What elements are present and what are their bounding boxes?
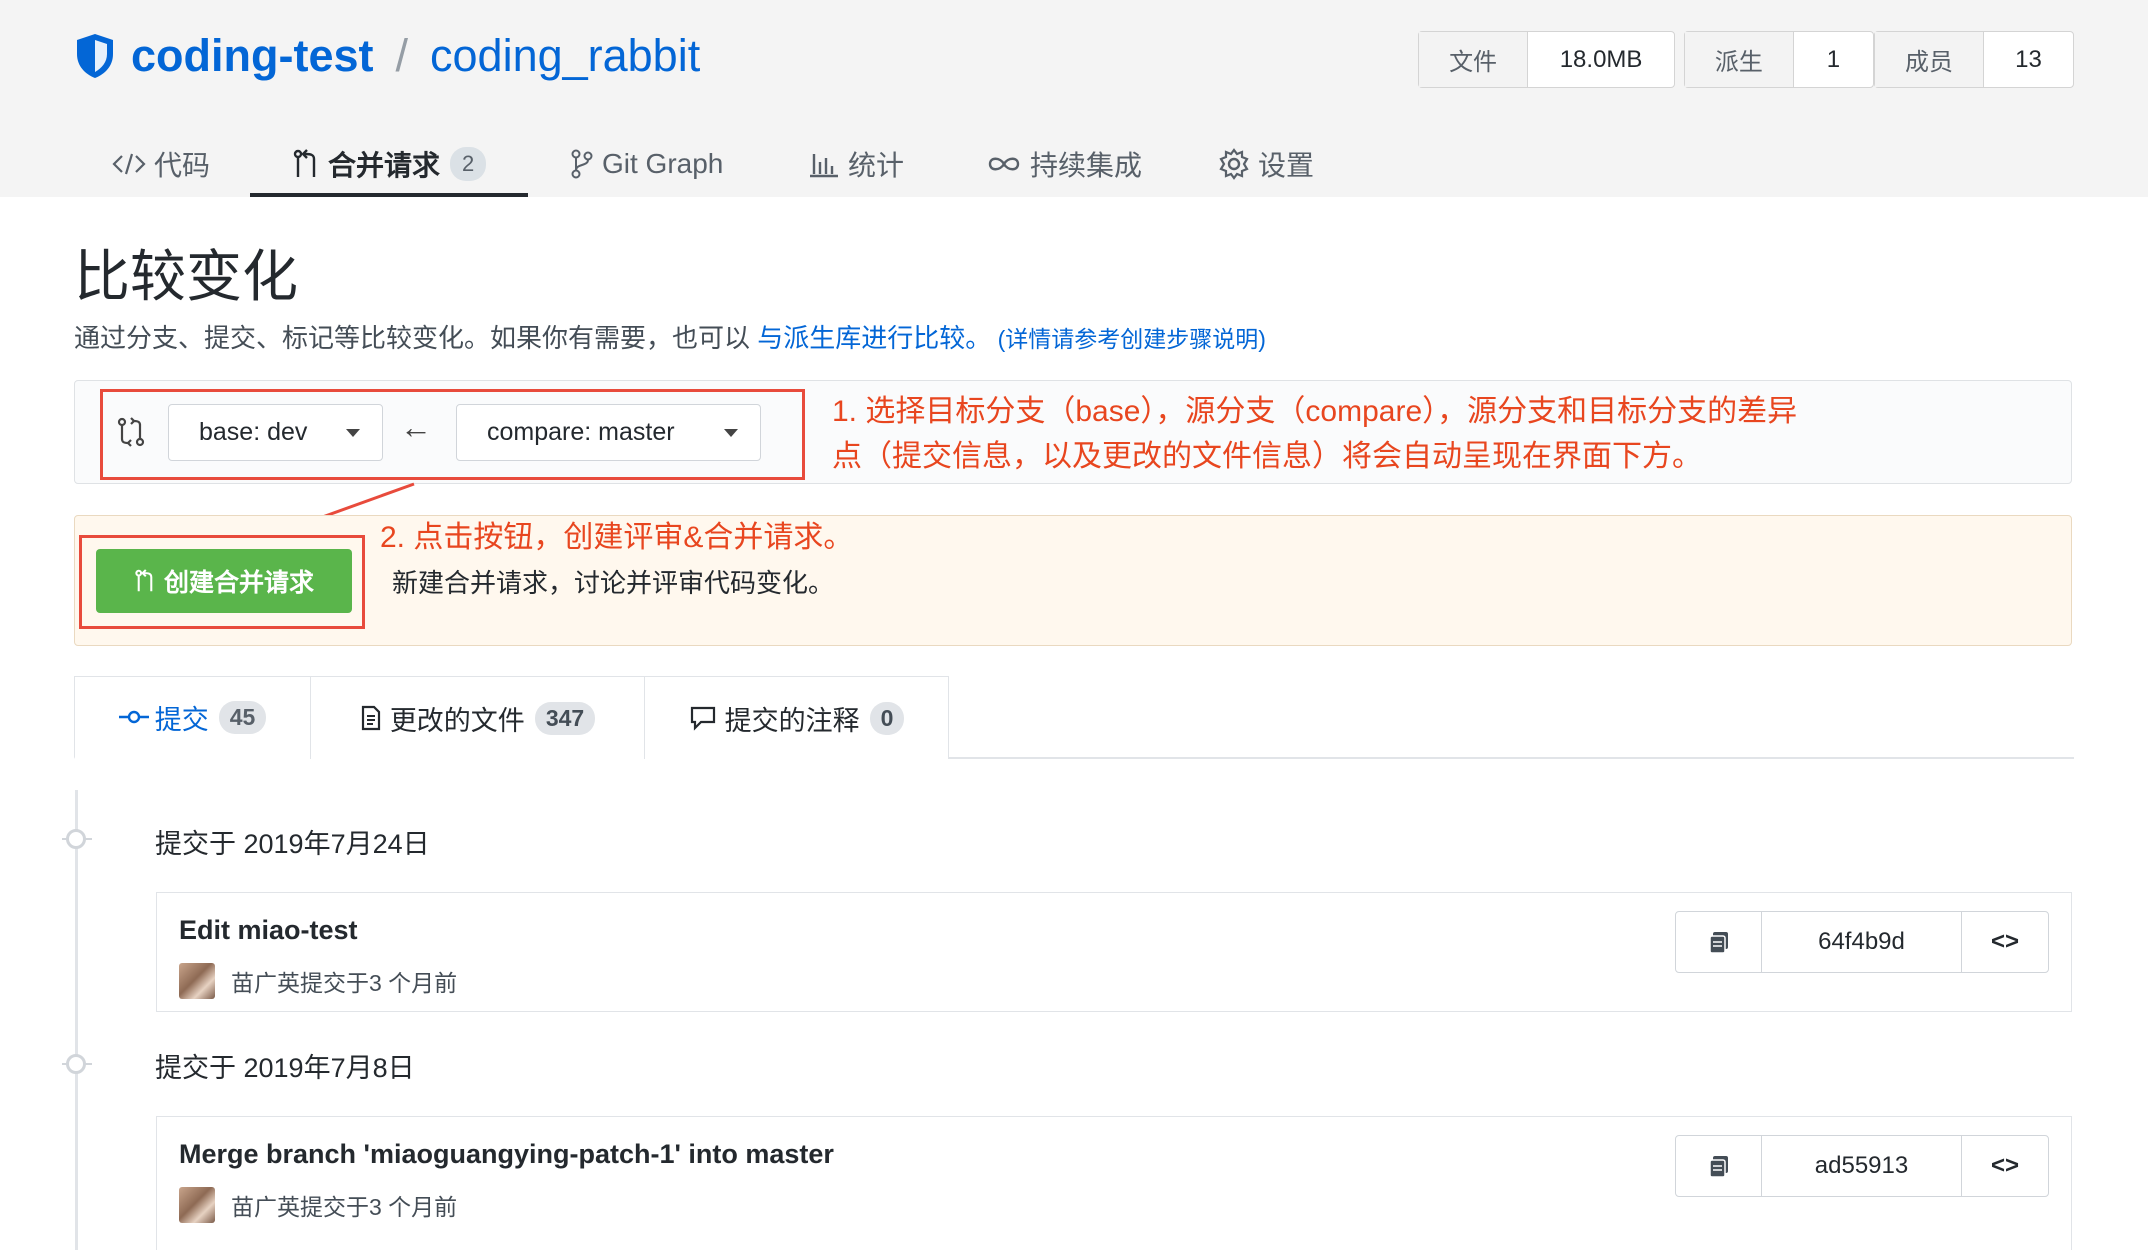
merge-request-icon	[293, 148, 316, 177]
copy-sha-button[interactable]	[1676, 912, 1762, 972]
annotation-step1-line2: 点（提交信息，以及更改的文件信息）将会自动呈现在界面下方。	[832, 440, 1702, 473]
sub-tab-changed-files[interactable]: 更改的文件 347	[310, 676, 645, 759]
create-merge-request-label: 创建合并请求	[163, 569, 314, 597]
gear-icon	[1219, 147, 1249, 180]
tab-ci-label: 持续集成	[1030, 149, 1143, 181]
merge-request-icon	[135, 569, 153, 592]
clipboard-icon	[1708, 932, 1728, 954]
timeline-dot	[66, 829, 86, 849]
commit-icon	[118, 710, 149, 724]
tab-ci[interactable]: 持续集成	[986, 130, 1142, 197]
commit-item: Edit miao-test 苗广英提交于3 个月前 64f4b9d <>	[156, 892, 2072, 1012]
file-diff-icon	[361, 705, 380, 731]
repo-separator: /	[395, 30, 409, 81]
sub-tab-changed-files-label: 更改的文件	[389, 705, 525, 736]
create-merge-request-button[interactable]: 创建合并请求	[96, 549, 352, 613]
tab-merge-requests-label: 合并请求	[328, 149, 441, 181]
tab-code-label: 代码	[154, 149, 211, 181]
commit-sha-link[interactable]: ad55913	[1762, 1136, 1962, 1196]
stat-members-label: 成员	[1875, 32, 1984, 87]
base-branch-label: base: dev	[199, 418, 308, 446]
stat-files-label: 文件	[1419, 32, 1529, 87]
repo-name-link[interactable]: coding_rabbit	[430, 30, 700, 82]
compare-branch-label: compare: master	[487, 418, 675, 446]
commit-group-date: 提交于 2019年7月8日	[155, 1053, 415, 1083]
base-branch-select[interactable]: base: dev	[168, 404, 383, 461]
commit-sha-group: 64f4b9d <>	[1675, 911, 2049, 973]
commit-meta: 苗广英提交于3 个月前	[179, 1187, 457, 1223]
browse-code-button[interactable]: <>	[1962, 1136, 2048, 1196]
sub-tab-commits-count: 45	[218, 700, 267, 734]
repo-title: coding-test / coding_rabbit	[77, 30, 700, 82]
code-icon	[112, 153, 146, 174]
stat-members[interactable]: 成员 13	[1874, 31, 2074, 88]
commit-group-date: 提交于 2019年7月24日	[155, 829, 430, 859]
commit-meta: 苗广英提交于3 个月前	[179, 963, 457, 999]
sub-tab-commits[interactable]: 提交 45	[74, 676, 311, 759]
compare-swap-icon[interactable]	[116, 417, 146, 447]
compare-branch-select[interactable]: compare: master	[456, 404, 761, 461]
stat-files[interactable]: 文件 18.0MB	[1418, 31, 1675, 88]
chevron-down-icon	[724, 429, 738, 437]
page-description-text: 通过分支、提交、标记等比较变化。如果你有需要，也可以	[74, 323, 758, 353]
tab-statistics-label: 统计	[848, 149, 905, 181]
tab-settings[interactable]: 设置	[1218, 130, 1314, 197]
commit-sha-link[interactable]: 64f4b9d	[1762, 912, 1962, 972]
commit-title-link[interactable]: Merge branch 'miaoguangying-patch-1' int…	[179, 1139, 834, 1170]
copy-sha-button[interactable]	[1676, 1136, 1762, 1196]
sub-tab-commit-comments-label: 提交的注释	[724, 705, 860, 736]
stat-forks[interactable]: 派生 1	[1684, 31, 1874, 88]
commit-item: Merge branch 'miaoguangying-patch-1' int…	[156, 1116, 2072, 1250]
help-link[interactable]: (详情请参考创建步骤说明)	[991, 326, 1266, 352]
chevron-down-icon	[346, 429, 360, 437]
git-branch-icon	[571, 149, 593, 178]
sub-tab-changed-files-count: 347	[534, 701, 596, 735]
repo-header: coding-test / coding_rabbit 文件 18.0MB 派生…	[0, 0, 2148, 197]
commit-sha-group: ad55913 <>	[1675, 1135, 2049, 1197]
commit-title-link[interactable]: Edit miao-test	[179, 915, 358, 946]
avatar[interactable]	[179, 963, 215, 999]
commit-author-time: 苗广英提交于3 个月前	[231, 970, 458, 996]
repo-tabs: 代码 合并请求 2 Git Graph 统计 持续集成 设置	[0, 130, 2148, 197]
page-description: 通过分支、提交、标记等比较变化。如果你有需要，也可以 与派生库进行比较。 (详情…	[74, 318, 1266, 355]
tab-code[interactable]: 代码	[112, 130, 210, 197]
tab-settings-label: 设置	[1258, 149, 1315, 181]
create-merge-request-description: 新建合并请求，讨论并评审代码变化。	[392, 568, 835, 598]
stat-forks-label: 派生	[1685, 32, 1794, 87]
commit-timeline	[75, 790, 78, 1250]
infinity-icon	[988, 157, 1020, 170]
commit-author-time: 苗广英提交于3 个月前	[231, 1194, 458, 1220]
tab-statistics[interactable]: 统计	[808, 130, 904, 197]
tab-git-graph-label: Git Graph	[602, 147, 724, 179]
annotation-step2: 2. 点击按钮，创建评审&合并请求。	[380, 521, 854, 554]
sub-tab-commits-label: 提交	[154, 704, 209, 735]
tab-git-graph[interactable]: Git Graph	[570, 130, 723, 197]
fork-compare-link[interactable]: 与派生库进行比较。	[757, 323, 991, 353]
browse-code-button[interactable]: <>	[1962, 912, 2048, 972]
stat-files-value: 18.0MB	[1559, 45, 1643, 73]
clipboard-icon	[1708, 1156, 1728, 1178]
create-merge-request-bar	[74, 515, 2072, 646]
comment-icon	[690, 706, 715, 731]
repo-owner-link[interactable]: coding-test	[131, 30, 374, 82]
arrow-left-icon: ←	[400, 409, 432, 445]
sub-tab-commit-comments-count: 0	[869, 701, 905, 735]
stat-forks-value: 1	[1826, 45, 1841, 73]
stat-members-value: 13	[2015, 45, 2042, 73]
page-title: 比较变化	[74, 245, 298, 308]
timeline-dot	[66, 1054, 86, 1074]
tab-merge-requests-badge: 2	[450, 146, 487, 181]
annotation-step1: 1. 选择目标分支（base），源分支（compare），源分支和目标分支的差异…	[832, 389, 1797, 479]
shield-icon	[77, 34, 113, 78]
annotation-step1-line1: 1. 选择目标分支（base），源分支（compare），源分支和目标分支的差异	[832, 395, 1798, 428]
avatar[interactable]	[179, 1187, 215, 1223]
tab-merge-requests[interactable]: 合并请求 2	[249, 130, 529, 197]
bar-chart-icon	[810, 153, 838, 177]
sub-tab-commit-comments[interactable]: 提交的注释 0	[644, 676, 949, 759]
